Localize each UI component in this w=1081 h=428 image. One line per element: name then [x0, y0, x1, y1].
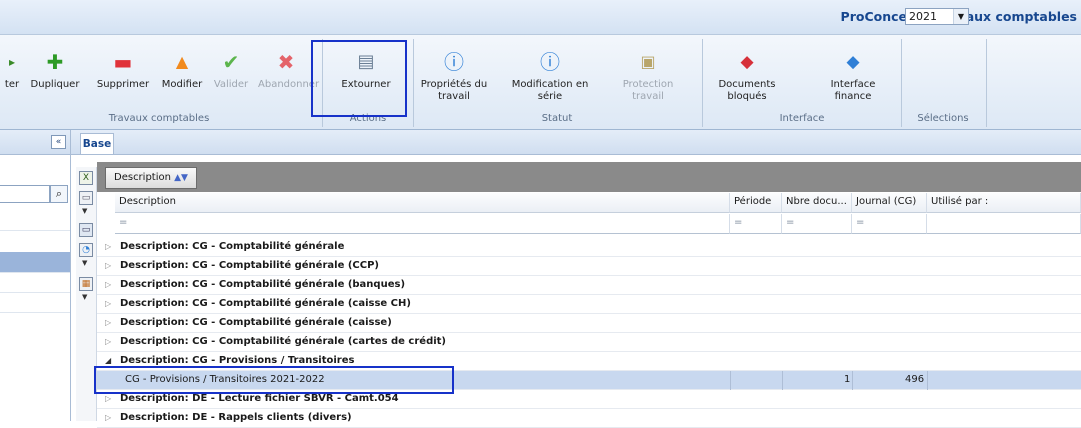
partial-icon: ▸	[8, 55, 16, 69]
group-row[interactable]: ▷ Description: CG - Comptabilité général…	[97, 314, 1081, 333]
data-grid: Description ▲▼ Description Période Nbre …	[97, 162, 1081, 428]
window-icon[interactable]: ▭	[79, 223, 93, 237]
expand-icon[interactable]: ▷	[105, 280, 111, 289]
group-separator	[986, 39, 987, 127]
cancel-x-icon: ✖	[277, 50, 295, 74]
table-row-selected[interactable]: CG - Provisions / Transitoires 2021-2022…	[97, 371, 1081, 390]
group-row-expanded[interactable]: ◢ Description: CG - Provisions / Transit…	[97, 352, 1081, 371]
left-list-item[interactable]	[0, 272, 70, 293]
duplicate-plus-icon: ✚	[46, 50, 64, 74]
chevron-down-icon[interactable]: ▼	[953, 9, 968, 24]
chevron-down-icon[interactable]: ▼	[82, 293, 87, 301]
sort-icon[interactable]: ▲▼	[174, 173, 188, 183]
filter-journal[interactable]: =	[852, 214, 927, 234]
group-travaux-label: Travaux comptables	[108, 113, 210, 124]
filter-utilise-par[interactable]	[927, 214, 1081, 234]
filter-periode[interactable]: =	[730, 214, 782, 234]
cell-divider	[852, 371, 853, 390]
left-search-input[interactable]	[0, 185, 50, 203]
expand-icon[interactable]: ▷	[105, 318, 111, 327]
extourner-document-icon: ▤	[357, 51, 375, 72]
group-separator	[702, 39, 703, 127]
report-icon[interactable]: ▦	[79, 277, 93, 291]
group-row[interactable]: ▷ Description: DE - Rappels clients (div…	[97, 409, 1081, 428]
info-edit-icon: ⓘ	[540, 50, 560, 74]
expand-icon[interactable]: ▷	[105, 261, 111, 270]
left-list-item-selected[interactable]	[0, 252, 70, 273]
cell-divider	[782, 371, 783, 390]
group-row[interactable]: ▷ Description: CG - Comptabilité général…	[97, 238, 1081, 257]
excel-export-icon[interactable]: X	[79, 171, 93, 185]
row-journal: 496	[905, 374, 925, 385]
left-panel-header: «	[0, 130, 70, 155]
left-list-item[interactable]	[0, 292, 70, 313]
expand-icon[interactable]: ▷	[105, 299, 111, 308]
valider-button[interactable]: ✔ Valider	[212, 39, 250, 91]
collapse-triangle-icon[interactable]: ◢	[105, 356, 111, 365]
group-row[interactable]: ▷ Description: CG - Comptabilité général…	[97, 295, 1081, 314]
group-row[interactable]: ▷ Description: DE - Lecture fichier SBVR…	[97, 390, 1081, 409]
interface-finance-button[interactable]: ◆ Interface finance	[820, 39, 886, 103]
expand-icon[interactable]: ▷	[105, 394, 111, 403]
group-interface-label: Interface	[779, 113, 825, 124]
modification-serie-button[interactable]: ⓘ Modification en série	[506, 39, 594, 103]
group-actions-label: Actions	[349, 113, 387, 124]
modifier-button[interactable]: ▲ Modifier	[158, 39, 206, 91]
column-header-description[interactable]: Description	[115, 193, 730, 213]
info-document-icon: ⓘ	[444, 50, 464, 74]
year-select[interactable]: 2021 ▼	[905, 8, 969, 25]
column-header-nbre-documents[interactable]: Nbre docu...	[782, 193, 852, 213]
group-row[interactable]: ▷ Description: CG - Comptabilité général…	[97, 257, 1081, 276]
group-selections-label: Sélections	[917, 113, 969, 124]
extourner-button[interactable]: ▤ Extourner	[338, 39, 394, 91]
minus-icon: ▬	[113, 50, 133, 74]
proprietes-button[interactable]: ⓘ Propriétés du travail	[414, 39, 494, 103]
chart-icon[interactable]: ◔	[79, 243, 93, 257]
row-nbre-documents: 1	[844, 374, 851, 385]
group-chip-description[interactable]: Description ▲▼	[105, 167, 197, 189]
column-header-periode[interactable]: Période	[730, 193, 782, 213]
partial-button[interactable]: ▸ ter	[0, 39, 24, 91]
expand-icon[interactable]: ▷	[105, 337, 111, 346]
search-icon[interactable]: ⌕	[50, 185, 68, 203]
collapse-icon[interactable]: «	[51, 135, 66, 149]
expand-icon[interactable]: ▷	[105, 242, 111, 251]
ribbon-toolbar: ▸ ter ✚ Dupliquer ▬ Supprimer ▲ Modifier…	[0, 35, 1081, 130]
dupliquer-button[interactable]: ✚ Dupliquer	[29, 39, 81, 91]
group-row[interactable]: ▷ Description: CG - Comptabilité général…	[97, 333, 1081, 352]
row-description: CG - Provisions / Transitoires 2021-2022	[125, 374, 325, 385]
chevron-down-icon[interactable]: ▼	[82, 259, 87, 267]
supprimer-button[interactable]: ▬ Supprimer	[92, 39, 154, 91]
lock-icon: ▣	[640, 52, 656, 71]
checkmark-icon: ✔	[222, 50, 240, 74]
triangle-edit-icon: ▲	[175, 52, 189, 71]
column-header-utilise-par[interactable]: Utilisé par :	[927, 193, 1081, 213]
save-layout-icon[interactable]: ▭	[79, 191, 93, 205]
chevron-down-icon[interactable]: ▼	[82, 207, 87, 215]
documents-bloques-button[interactable]: ◆ Documents bloqués	[714, 39, 780, 103]
tab-strip: Base	[71, 130, 1081, 155]
tab-base[interactable]: Base	[80, 133, 114, 154]
abandonner-button[interactable]: ✖ Abandonner	[258, 39, 319, 91]
group-statut-label: Statut	[541, 113, 573, 124]
cell-divider	[927, 371, 928, 390]
group-separator	[322, 39, 323, 127]
group-row[interactable]: ▷ Description: CG - Comptabilité général…	[97, 276, 1081, 295]
cell-divider	[730, 371, 731, 390]
filter-description[interactable]: =	[115, 214, 730, 234]
year-select-value: 2021	[909, 10, 937, 23]
protection-travail-button[interactable]: ▣ Protection travail	[618, 39, 678, 103]
filter-nbre-documents[interactable]: =	[782, 214, 852, 234]
group-by-bar: Description ▲▼	[97, 162, 1081, 192]
interface-finance-icon: ◆	[846, 52, 860, 72]
left-list-item[interactable]	[0, 210, 70, 231]
column-header-journal[interactable]: Journal (CG)	[852, 193, 927, 213]
grid-tool-column: X ▭ ▼ ▭ ◔ ▼ ▦ ▼	[76, 167, 97, 421]
blocked-documents-icon: ◆	[740, 52, 754, 72]
